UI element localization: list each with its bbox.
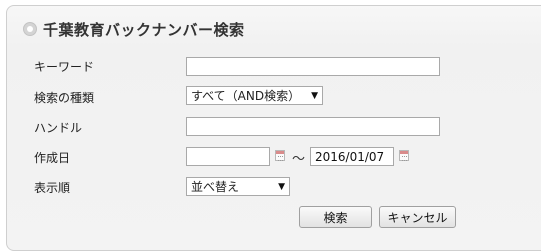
search-panel: 千葉教育バックナンバー検索 キーワード 検索の種類 すべて（AND検索） ▼ ハ… — [6, 5, 541, 251]
search-button[interactable]: 検索 — [299, 206, 372, 228]
calendar-icon[interactable] — [399, 150, 409, 161]
search-type-label: 検索の種類 — [34, 91, 95, 105]
radio-bullet-icon — [23, 22, 37, 36]
display-order-select[interactable]: 並べ替え ▼ — [186, 177, 290, 196]
display-order-value: 並べ替え — [191, 180, 240, 194]
cancel-button[interactable]: キャンセル — [379, 206, 456, 228]
handle-label: ハンドル — [34, 121, 83, 135]
dropdown-arrow-icon: ▼ — [311, 90, 318, 101]
dropdown-arrow-icon: ▼ — [278, 181, 285, 192]
calendar-icon[interactable] — [275, 150, 285, 161]
display-order-label: 表示順 — [34, 181, 71, 195]
handle-input[interactable] — [186, 117, 440, 136]
search-type-value: すべて（AND検索） — [191, 89, 301, 103]
panel-header: 千葉教育バックナンバー検索 — [23, 18, 245, 40]
keyword-input[interactable] — [186, 57, 440, 76]
date-to-input[interactable] — [310, 147, 394, 166]
search-type-select[interactable]: すべて（AND検索） ▼ — [186, 86, 323, 105]
date-from-input[interactable] — [186, 147, 270, 166]
created-date-label: 作成日 — [34, 151, 71, 165]
panel-title: 千葉教育バックナンバー検索 — [43, 20, 245, 39]
date-range-separator: ～ — [292, 152, 306, 167]
keyword-label: キーワード — [34, 60, 95, 74]
